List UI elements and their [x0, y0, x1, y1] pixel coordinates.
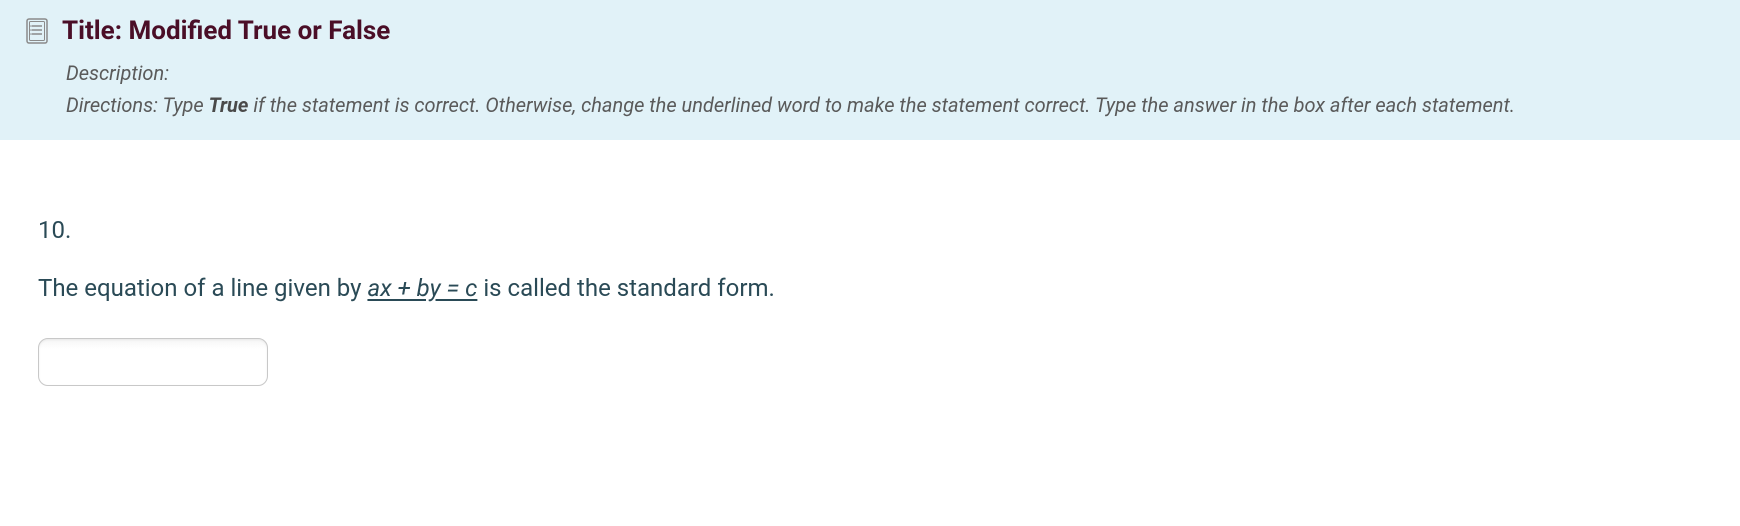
directions-text: Directions: Type True if the statement i…	[66, 90, 1716, 120]
description-block: Description: Directions: Type True if th…	[66, 58, 1716, 120]
question-area: 10. The equation of a line given by ax +…	[0, 140, 1740, 410]
description-label: Description:	[66, 58, 1716, 88]
answer-input[interactable]	[38, 338, 268, 386]
header-panel: Title: Modified True or False Descriptio…	[0, 0, 1740, 140]
title-row: Title: Modified True or False	[24, 16, 1716, 46]
underlined-term: ax + by = c	[367, 274, 477, 302]
question-statement: The equation of a line given by ax + by …	[38, 272, 1702, 306]
question-number: 10.	[38, 216, 1702, 244]
section-title: Title: Modified True or False	[62, 16, 390, 46]
document-list-icon	[24, 17, 52, 45]
